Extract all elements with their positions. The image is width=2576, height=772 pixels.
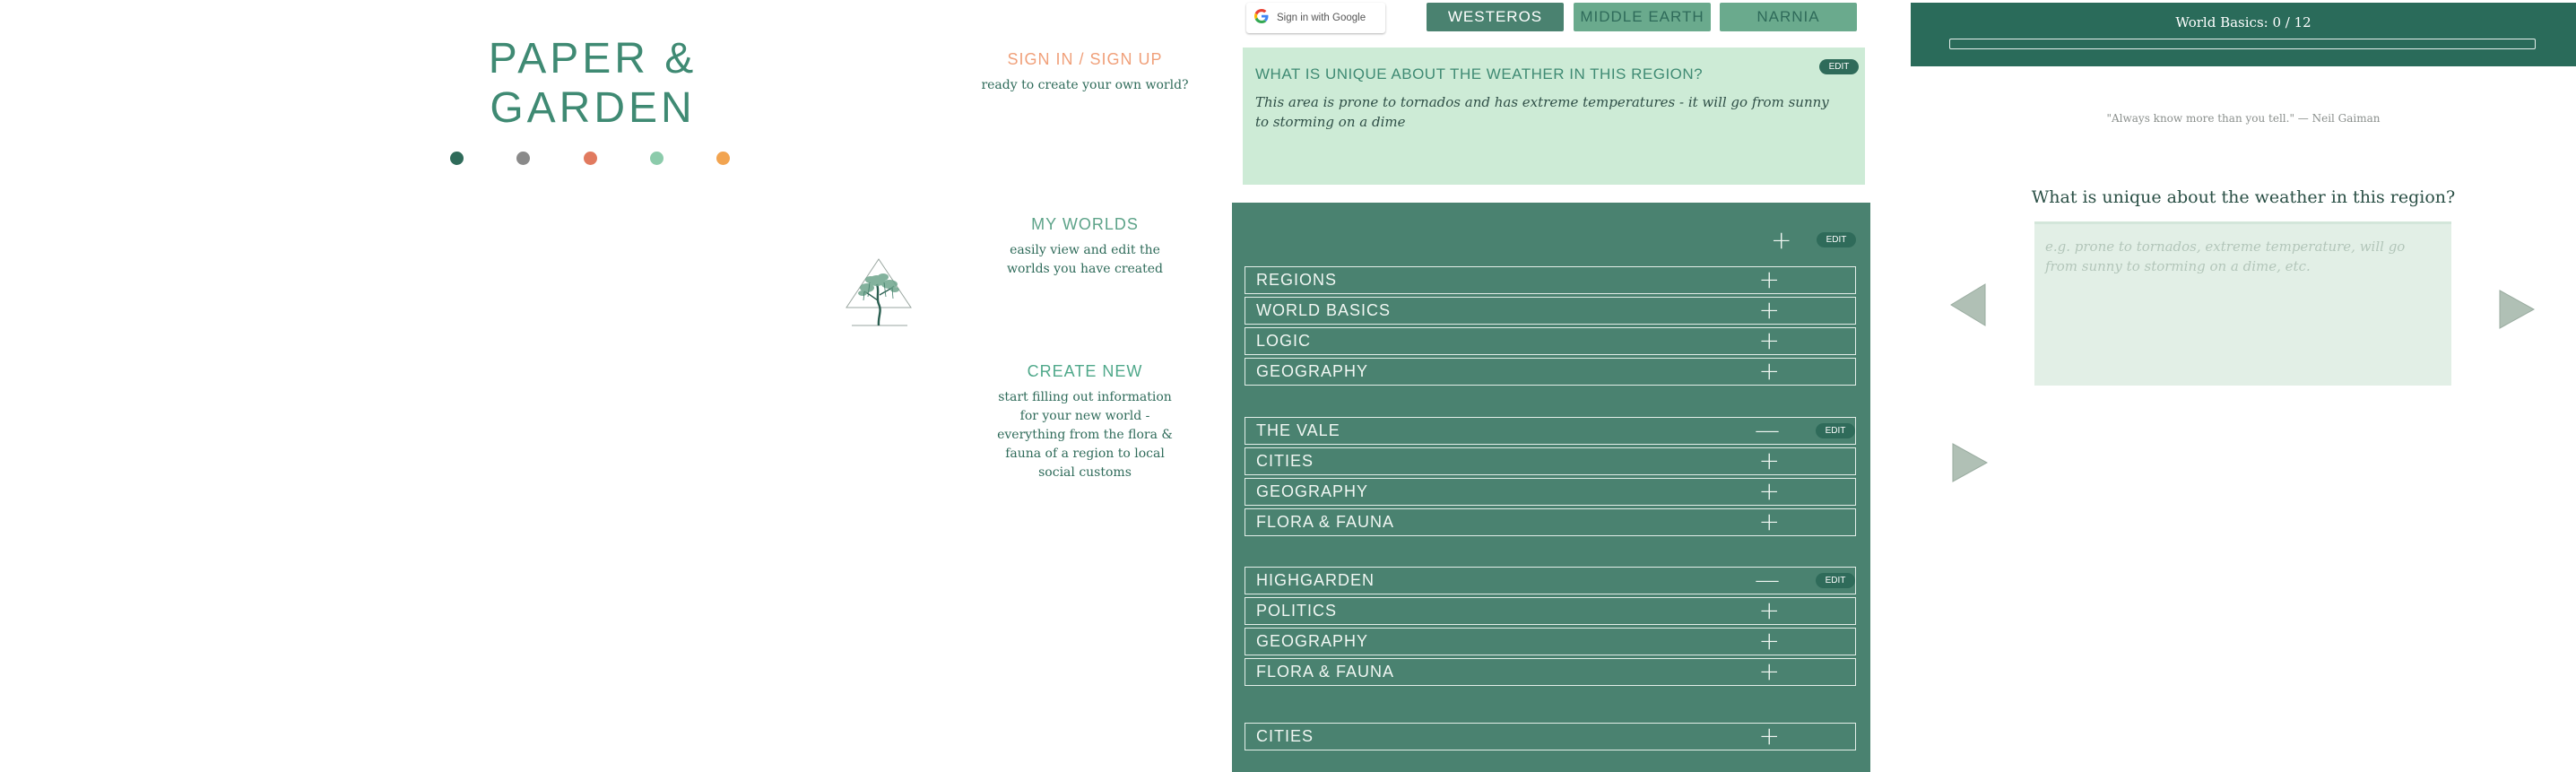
- section-label: GEOGRAPHY: [1256, 362, 1369, 380]
- expand-toggle[interactable]: +: [1759, 267, 1780, 292]
- tab-narnia[interactable]: NARNIA: [1720, 3, 1857, 31]
- section-row-cities[interactable]: CITIES +: [1245, 723, 1856, 750]
- my-worlds-description: easily view and edit the worlds you have…: [1006, 243, 1164, 276]
- tree-logo-icon: [846, 258, 912, 326]
- section-row-regions[interactable]: REGIONS +: [1245, 266, 1856, 294]
- section-label: THE VALE: [1256, 421, 1340, 439]
- my-worlds-heading[interactable]: MY WORLDS: [977, 215, 1193, 234]
- palette-dot[interactable]: [516, 152, 530, 165]
- question-card-question: WHAT IS UNIQUE ABOUT THE WEATHER IN THIS…: [1255, 65, 1704, 82]
- question-card: WHAT IS UNIQUE ABOUT THE WEATHER IN THIS…: [1243, 48, 1865, 185]
- my-worlds-menu-item[interactable]: MY WORLDS easily view and edit the world…: [977, 215, 1193, 279]
- region-edit-button[interactable]: EDIT: [1816, 573, 1855, 588]
- section-row-highgarden[interactable]: HIGHGARDEN — EDIT: [1245, 567, 1856, 594]
- section-row-world-basics[interactable]: WORLD BASICS +: [1245, 297, 1856, 325]
- collapse-toggle[interactable]: —: [1755, 418, 1780, 443]
- palette-dot[interactable]: [650, 152, 664, 165]
- section-label: FLORA & FAUNA: [1256, 663, 1395, 681]
- collapse-toggle[interactable]: —: [1755, 568, 1780, 593]
- palette-dot[interactable]: [716, 152, 730, 165]
- google-sign-in-button[interactable]: Sign in with Google: [1246, 3, 1385, 33]
- quote: "Always know more than you tell." — Neil…: [2106, 112, 2381, 125]
- question-edit-button[interactable]: EDIT: [1819, 59, 1859, 74]
- section-row-the-vale[interactable]: THE VALE — EDIT: [1245, 417, 1856, 445]
- section-label: HIGHGARDEN: [1256, 571, 1375, 589]
- previous-arrow-icon[interactable]: [1949, 282, 1987, 327]
- expand-toggle[interactable]: +: [1759, 598, 1780, 623]
- create-new-heading[interactable]: CREATE NEW: [977, 362, 1193, 381]
- section-label: CITIES: [1256, 727, 1314, 745]
- sections-panel: + EDIT REGIONS + WORLD BASICS + LOGIC + …: [1232, 203, 1870, 772]
- expand-toggle[interactable]: +: [1759, 724, 1780, 749]
- wizard-question: What is unique about the weather in this…: [2031, 187, 2456, 207]
- expand-toggle[interactable]: +: [1759, 359, 1780, 384]
- section-label: LOGIC: [1256, 332, 1312, 350]
- sign-in-heading[interactable]: SIGN IN / SIGN UP: [977, 50, 1193, 69]
- expand-toggle[interactable]: +: [1759, 448, 1780, 473]
- section-row-cities[interactable]: CITIES +: [1245, 447, 1856, 475]
- top-add-button[interactable]: +: [1771, 228, 1791, 253]
- section-row-logic[interactable]: LOGIC +: [1245, 327, 1856, 355]
- expand-toggle[interactable]: +: [1759, 629, 1780, 654]
- progress-label: World Basics: 0 / 12: [2175, 14, 2311, 30]
- tab-middle-earth[interactable]: MIDDLE EARTH: [1574, 3, 1711, 31]
- section-row-flora-fauna[interactable]: FLORA & FAUNA +: [1245, 658, 1856, 686]
- section-label: REGIONS: [1256, 271, 1338, 289]
- google-icon: [1246, 9, 1277, 27]
- section-row-geography[interactable]: GEOGRAPHY +: [1245, 358, 1856, 386]
- section-label: FLORA & FAUNA: [1256, 513, 1395, 531]
- section-row-geography[interactable]: GEOGRAPHY +: [1245, 628, 1856, 655]
- progress-bar: [1949, 39, 2536, 49]
- next-arrow-icon[interactable]: [1951, 442, 1989, 483]
- expand-toggle[interactable]: +: [1759, 479, 1780, 504]
- next-arrow-icon[interactable]: [2498, 289, 2536, 330]
- tab-westeros[interactable]: WESTEROS: [1427, 3, 1564, 31]
- section-row-geography[interactable]: GEOGRAPHY +: [1245, 478, 1856, 506]
- section-label: GEOGRAPHY: [1256, 632, 1369, 650]
- sign-in-description: ready to create your own world?: [981, 78, 1189, 92]
- top-edit-button[interactable]: EDIT: [1817, 232, 1856, 247]
- answer-input[interactable]: [2034, 221, 2451, 386]
- section-label: CITIES: [1256, 452, 1314, 470]
- expand-toggle[interactable]: +: [1759, 659, 1780, 684]
- expand-toggle[interactable]: +: [1759, 509, 1780, 534]
- expand-toggle[interactable]: +: [1759, 298, 1780, 323]
- section-row-politics[interactable]: POLITICS +: [1245, 597, 1856, 625]
- section-label: POLITICS: [1256, 602, 1338, 620]
- sign-in-menu-item[interactable]: SIGN IN / SIGN UP ready to create your o…: [977, 50, 1193, 95]
- question-card-answer: This area is prone to tornados and has e…: [1255, 94, 1829, 130]
- palette-dot[interactable]: [450, 152, 464, 165]
- palette-dot[interactable]: [584, 152, 597, 165]
- create-new-menu-item[interactable]: CREATE NEW start filling out information…: [977, 362, 1193, 482]
- expand-toggle[interactable]: +: [1759, 328, 1780, 353]
- google-button-label: Sign in with Google: [1277, 13, 1366, 23]
- section-row-flora-fauna[interactable]: FLORA & FAUNA +: [1245, 508, 1856, 536]
- create-new-description: start filling out information for your n…: [997, 390, 1173, 480]
- section-label: GEOGRAPHY: [1256, 482, 1369, 500]
- region-edit-button[interactable]: EDIT: [1816, 423, 1855, 438]
- section-label: WORLD BASICS: [1256, 301, 1392, 319]
- brand-title: PAPER & GARDEN: [488, 35, 698, 132]
- progress-header: World Basics: 0 / 12: [1911, 3, 2576, 66]
